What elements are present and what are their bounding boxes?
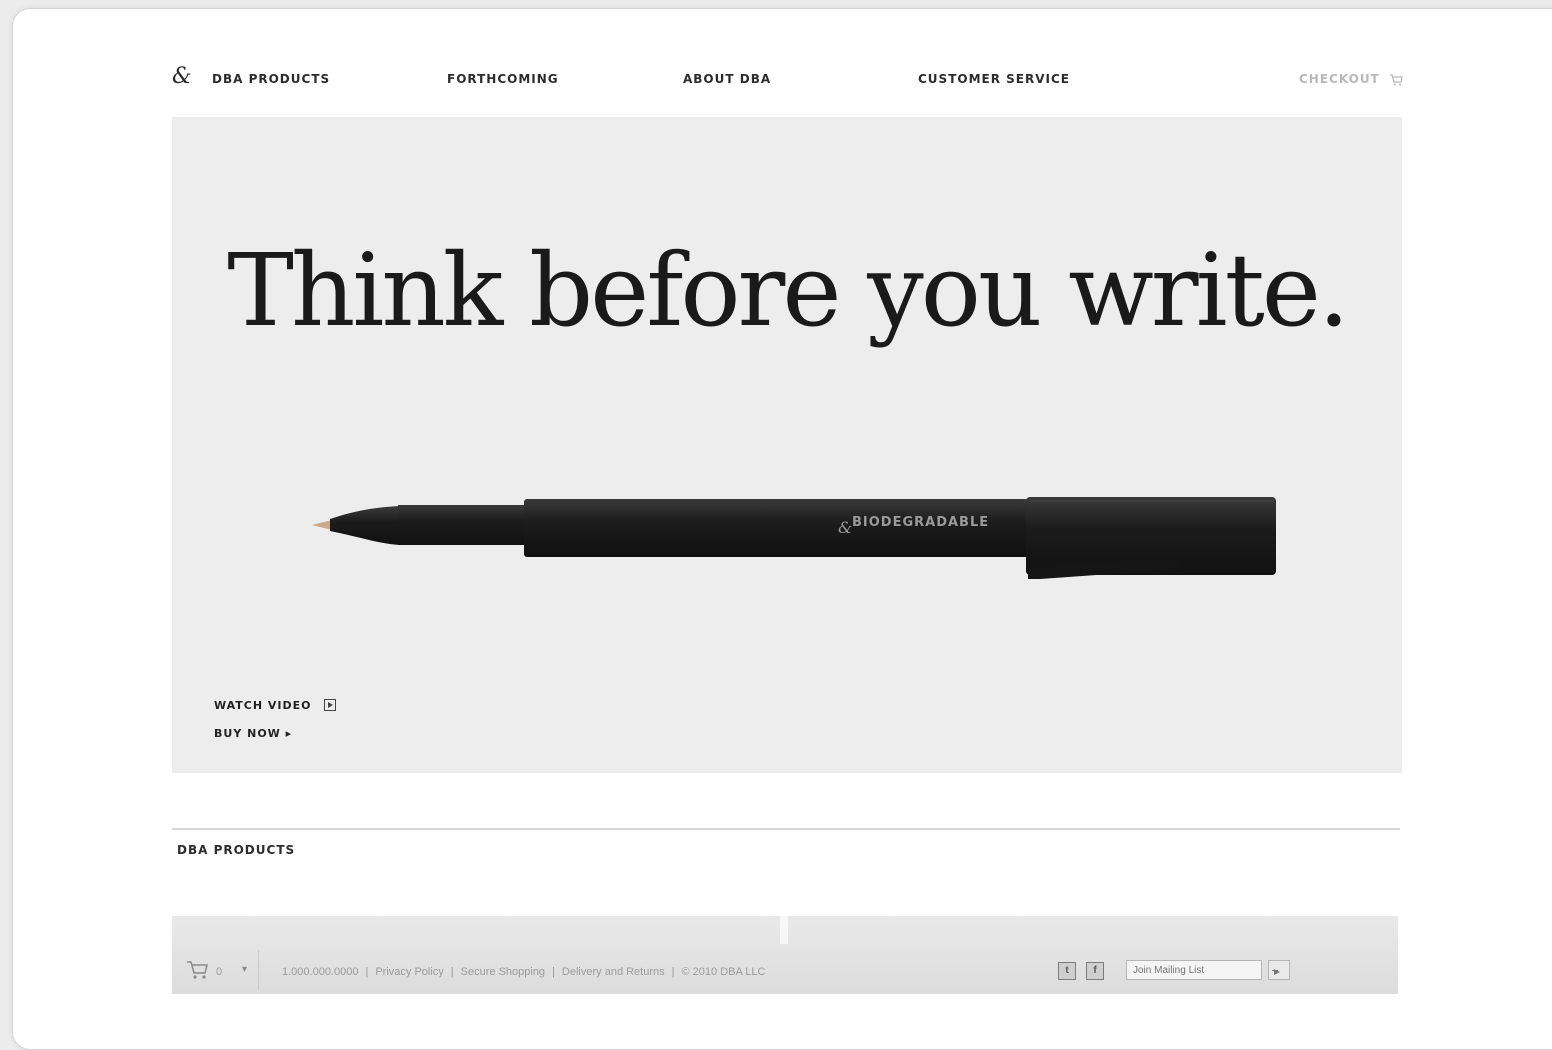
cart-icon <box>1389 73 1403 85</box>
play-icon <box>324 699 337 711</box>
footer-privacy-policy[interactable]: Privacy Policy <box>375 966 443 978</box>
footer-notch <box>780 916 788 944</box>
footer-delivery-returns[interactable]: Delivery and Returns <box>562 966 665 978</box>
footer-copyright: © 2010 DBA LLC <box>681 966 766 978</box>
nav-dba-products[interactable]: DBA PRODUCTS <box>212 72 330 86</box>
biodegradable-pen-image: BIODEGRADABLE & <box>312 497 1276 579</box>
hero-banner: Think before you write. BIODEGRADABLE & … <box>172 117 1402 773</box>
footer-phone[interactable]: 1.000.000.0000 <box>282 966 358 978</box>
nav-customer-service[interactable]: CUSTOMER SERVICE <box>918 72 1070 86</box>
facebook-icon[interactable]: f <box>1086 962 1104 980</box>
products-section-title: DBA PRODUCTS <box>177 843 296 857</box>
pen-brand-text: BIODEGRADABLE <box>852 515 990 530</box>
footer-pipe: | <box>450 966 454 978</box>
footer-pipe: | <box>365 966 369 978</box>
mailing-list-input[interactable] <box>1126 960 1262 980</box>
footer-secure-shopping[interactable]: Secure Shopping <box>461 966 545 978</box>
footer-pipe: | <box>671 966 675 978</box>
watch-video-label: WATCH VIDEO <box>214 699 312 712</box>
pen-logo-icon: & <box>838 518 852 537</box>
checkout-label: CHECKOUT <box>1299 72 1380 86</box>
footer-cart-icon[interactable] <box>186 960 208 980</box>
footer-pipe: | <box>552 966 555 978</box>
mailing-list-submit-button[interactable] <box>1268 960 1290 980</box>
hero-headline: Think before you write. <box>227 232 1349 349</box>
nav-checkout[interactable]: CHECKOUT <box>1299 72 1403 86</box>
footer-bar: 0 ▾ 1.000.000.0000 | Privacy Policy | Secure… <box>172 916 1398 994</box>
footer-links: 1.000.000.0000 | Privacy Policy | Secure Sho… <box>282 966 765 978</box>
footer-separator <box>258 950 259 990</box>
dba-logo-icon[interactable]: & <box>172 64 194 90</box>
buy-now-link[interactable]: BUY NOW ▸ <box>214 727 292 740</box>
top-navigation: & DBA PRODUCTS FORTHCOMING ABOUT DBA CUS… <box>172 60 1403 100</box>
nav-about-dba[interactable]: ABOUT DBA <box>683 72 771 86</box>
nav-forthcoming[interactable]: FORTHCOMING <box>447 72 559 86</box>
section-divider <box>172 828 1400 830</box>
twitter-icon[interactable]: t <box>1058 962 1076 980</box>
watch-video-link[interactable]: WATCH VIDEO <box>214 699 337 712</box>
cart-count: 0 <box>216 966 223 978</box>
cart-dropdown-icon[interactable]: ▾ <box>242 964 247 975</box>
